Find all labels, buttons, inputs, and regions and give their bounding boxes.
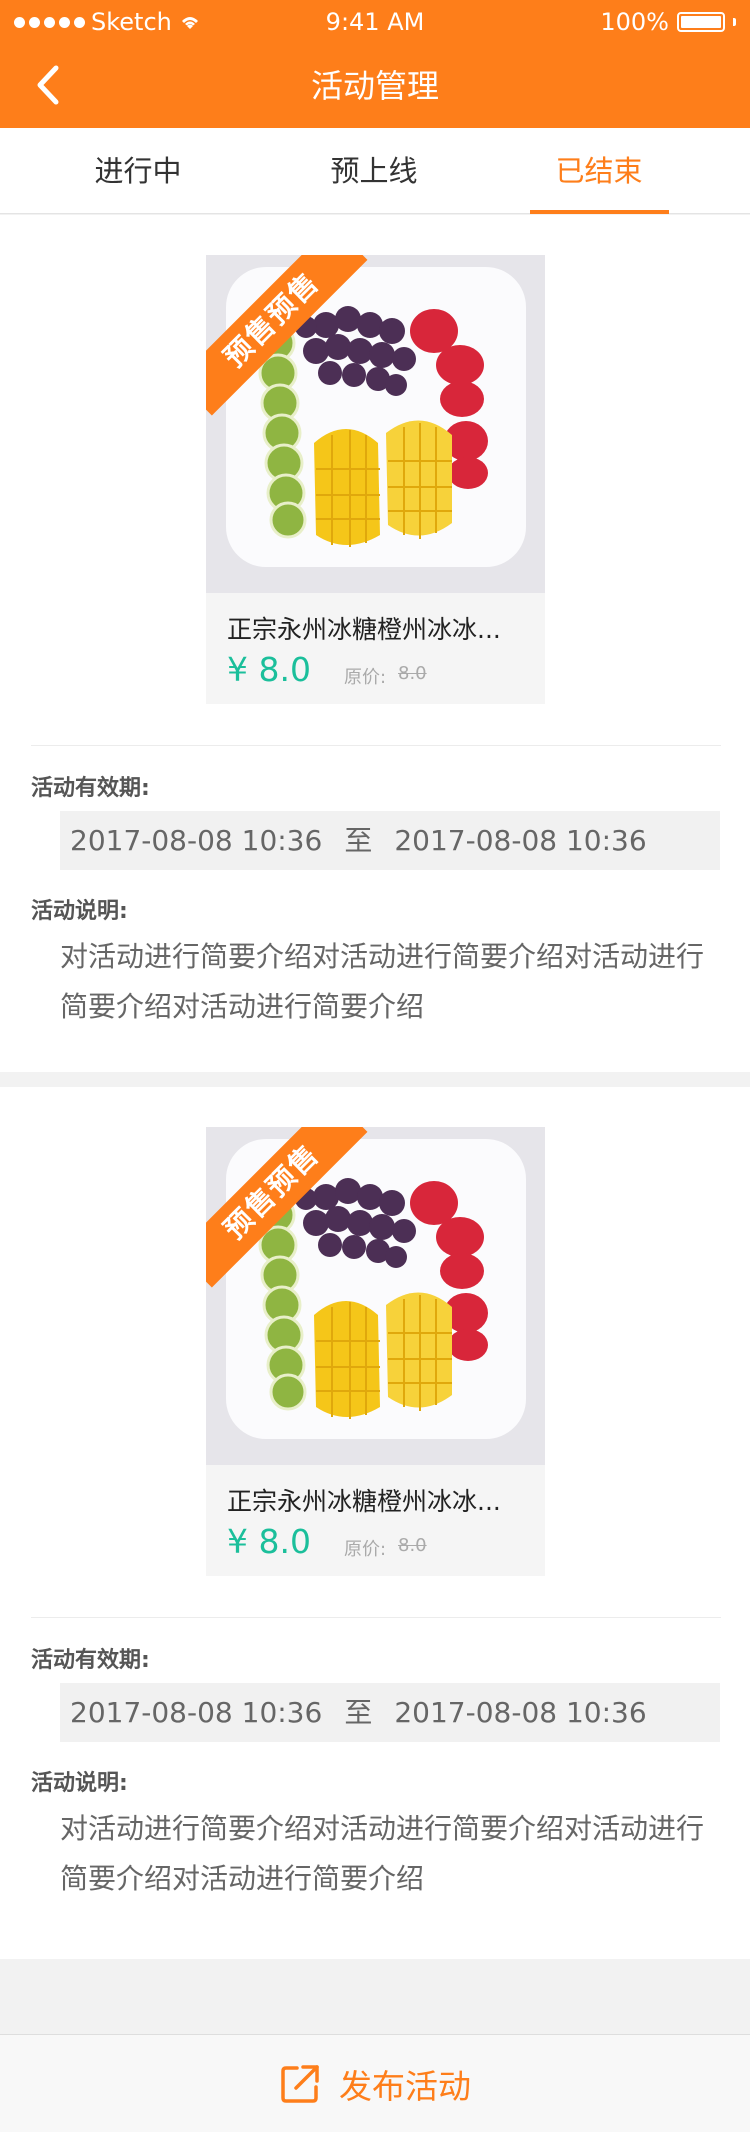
tab-upcoming[interactable]: 预上线 <box>274 128 474 214</box>
tab-ended[interactable]: 已结束 <box>499 128 699 214</box>
original-price-label: 原价: <box>344 667 387 688</box>
divider <box>31 1617 721 1618</box>
product-price: ¥ 8.0 <box>227 650 311 689</box>
page-title: 活动管理 <box>310 67 439 105</box>
app-header: Sketch 9:41 AM 100% 活动管理 <box>0 0 750 128</box>
activity-description: 对活动进行简要介绍对活动进行简要介绍对活动进行简要介绍对活动进行简要介绍 <box>60 1812 705 1895</box>
share-external-icon <box>281 2064 319 2103</box>
period-separator: 至 <box>344 1696 373 1729</box>
battery-icon <box>677 12 725 32</box>
end-time: 2017-08-08 10:36 <box>394 824 647 857</box>
original-price: 8.0 <box>398 1535 427 1556</box>
publish-activity-button[interactable]: 发布活动 <box>0 2034 750 2132</box>
tab-in-progress[interactable]: 进行中 <box>38 128 238 214</box>
validity-label: 活动有效期: <box>31 1648 150 1673</box>
start-time: 2017-08-08 10:36 <box>70 1696 323 1729</box>
activity-card: 预售预售 正宗永州冰糖橙州冰冰... ¥ 8.0 原价: 8.0 活动有效期: … <box>0 1087 750 1959</box>
divider <box>31 745 721 746</box>
battery-cap <box>733 18 736 26</box>
original-price-label: 原价: <box>344 1539 387 1560</box>
product-card[interactable]: 预售预售 正宗永州冰糖橙州冰冰... ¥ 8.0 原价: 8.0 <box>206 255 545 704</box>
nav-bar: 活动管理 <box>0 44 750 128</box>
description-label: 活动说明: <box>31 899 128 924</box>
publish-activity-label: 发布活动 <box>339 2066 471 2106</box>
start-time: 2017-08-08 10:36 <box>70 824 323 857</box>
active-tab-indicator <box>530 210 669 214</box>
product-image: 预售预售 <box>206 255 545 593</box>
product-name: 正宗永州冰糖橙州冰冰... <box>227 1487 501 1516</box>
activity-card: 预售预售 正宗永州冰糖橙州冰冰... ¥ 8.0 原价: 8.0 活动有效期: … <box>0 215 750 1072</box>
description-label: 活动说明: <box>31 1771 128 1796</box>
original-price: 8.0 <box>398 663 427 684</box>
period-separator: 至 <box>344 824 373 857</box>
product-image: 预售预售 <box>206 1127 545 1465</box>
end-time: 2017-08-08 10:36 <box>394 1696 647 1729</box>
activity-description: 对活动进行简要介绍对活动进行简要介绍对活动进行简要介绍对活动进行简要介绍 <box>60 940 705 1023</box>
validity-label: 活动有效期: <box>31 776 150 801</box>
status-tabs: 进行中 预上线 已结束 <box>0 128 750 214</box>
battery-percent: 100% <box>600 8 669 36</box>
product-price: ¥ 8.0 <box>227 1522 311 1561</box>
status-bar: Sketch 9:41 AM 100% <box>0 0 750 44</box>
status-right: 100% <box>600 0 736 44</box>
validity-period: 2017-08-08 10:36 至 2017-08-08 10:36 <box>60 1683 720 1742</box>
validity-period: 2017-08-08 10:36 至 2017-08-08 10:36 <box>60 811 720 870</box>
product-name: 正宗永州冰糖橙州冰冰... <box>227 615 501 644</box>
product-card[interactable]: 预售预售 正宗永州冰糖橙州冰冰... ¥ 8.0 原价: 8.0 <box>206 1127 545 1576</box>
